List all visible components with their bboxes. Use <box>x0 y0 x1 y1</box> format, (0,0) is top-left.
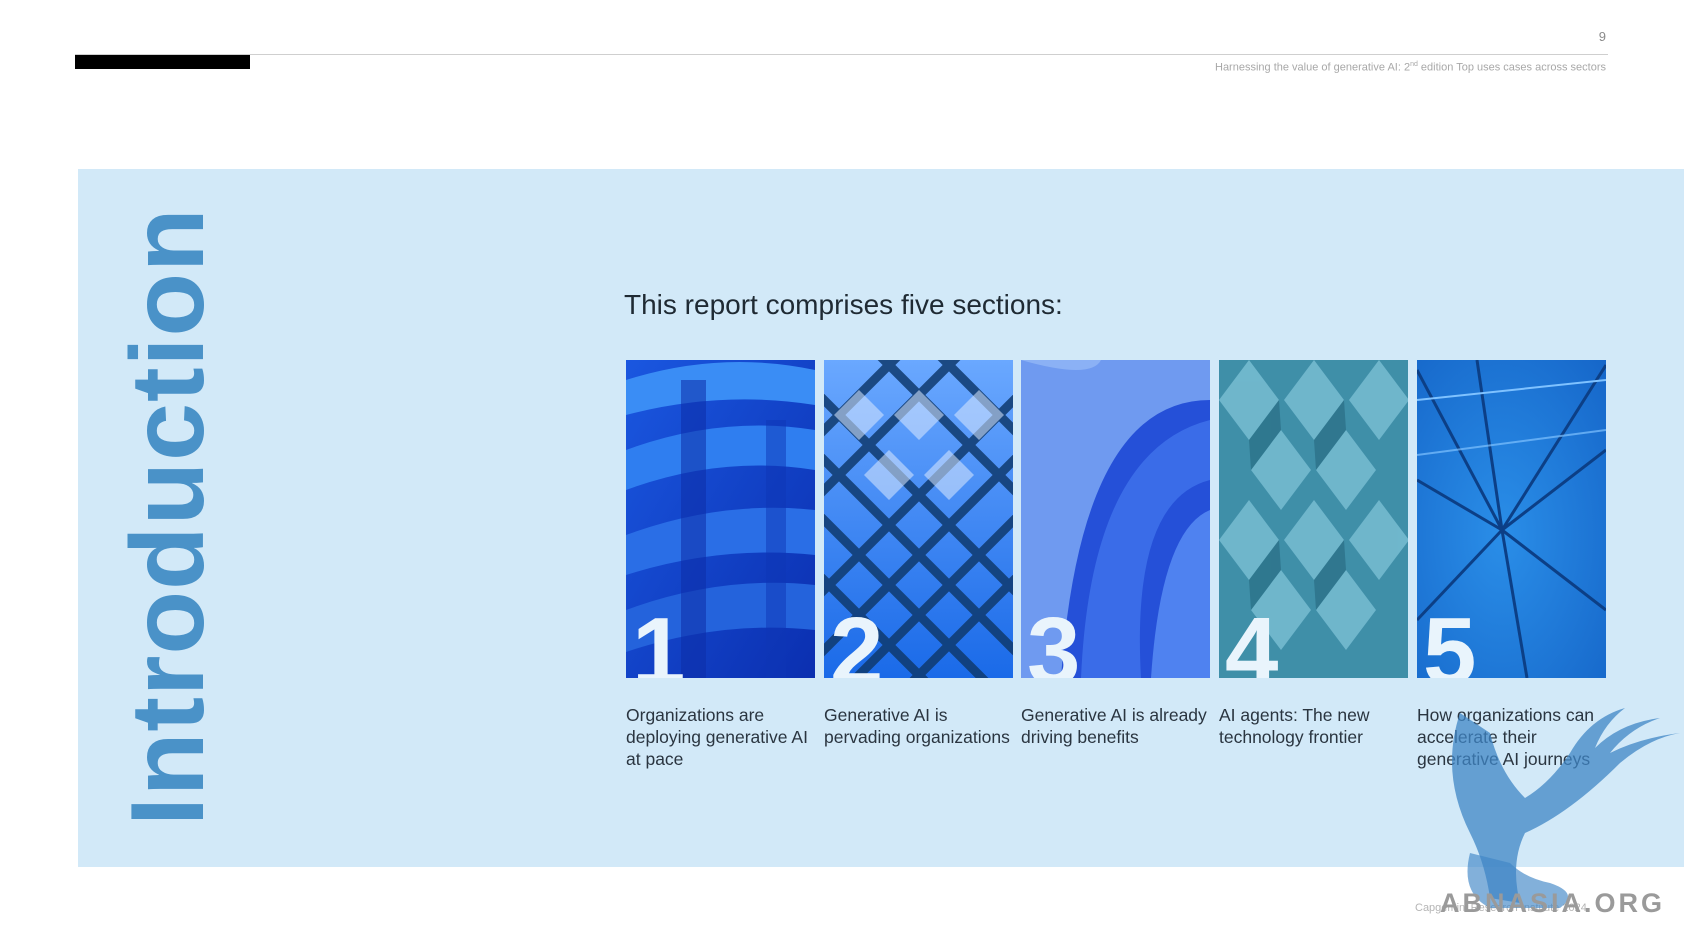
section-caption-4: AI agents: The new technology frontier <box>1219 705 1370 747</box>
running-title-superscript: nd <box>1410 61 1418 68</box>
section-image-1: 1 <box>626 360 815 678</box>
section-image-5: 5 <box>1417 360 1606 678</box>
section-number-2: 2 <box>830 598 884 679</box>
section-caption-3: Generative AI is already driving benefit… <box>1021 705 1207 747</box>
section-number-4: 4 <box>1225 598 1279 679</box>
section-card-3[interactable]: 3 Generative AI is already driving benef… <box>1021 360 1210 748</box>
section-image-4: 4 <box>1219 360 1408 678</box>
section-image-2: 2 <box>824 360 1013 678</box>
section-caption-1: Organizations are deploying generative A… <box>626 705 808 769</box>
section-card-1[interactable]: 1 Organizations are deploying generative… <box>626 360 815 770</box>
running-title-rest: edition Top uses cases across sectors <box>1417 61 1606 74</box>
sections-heading: This report comprises five sections: <box>624 289 1063 320</box>
page-number: 9 <box>1598 29 1606 44</box>
section-card-4[interactable]: 4 AI agents: The new technology frontier <box>1219 360 1408 748</box>
section-number-1: 1 <box>632 598 686 679</box>
section-number-3: 3 <box>1027 598 1081 679</box>
intro-vertical-title: Introduction <box>110 207 226 826</box>
section-number-5: 5 <box>1423 598 1477 679</box>
section-caption-2: Generative AI is pervading organizations <box>824 705 1010 747</box>
header-accent-bar <box>75 55 250 69</box>
section-image-3: 3 <box>1021 360 1210 678</box>
running-title-main: Harnessing the value of generative AI: 2 <box>1215 61 1411 74</box>
section-card-2[interactable]: 2 Generative AI is pervading organizatio… <box>824 360 1013 748</box>
running-title: Harnessing the value of generative AI: 2… <box>1215 61 1606 74</box>
header-divider <box>75 54 1608 55</box>
watermark-text: ABNASIA.ORG <box>1440 888 1666 918</box>
